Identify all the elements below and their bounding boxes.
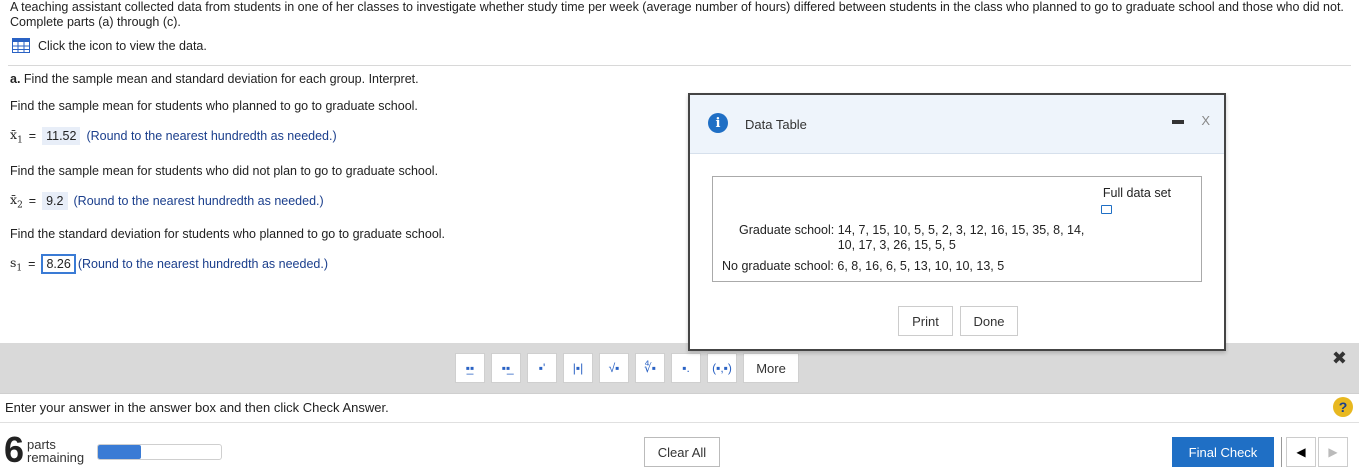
next-question-button[interactable]: ▶ bbox=[1318, 437, 1348, 467]
absolute-value-tool-button[interactable]: |▪| bbox=[563, 353, 593, 383]
divider bbox=[8, 65, 1351, 66]
rounding-hint-1: (Round to the nearest hundredth as neede… bbox=[86, 129, 337, 144]
help-icon[interactable]: ? bbox=[1333, 397, 1353, 417]
dialog-header: i Data Table X bbox=[690, 95, 1224, 154]
exponent-tool-button[interactable]: ▪' bbox=[527, 353, 557, 383]
answer-row-1: x̄1 = 11.52 (Round to the nearest hundre… bbox=[10, 127, 337, 146]
progress-bar bbox=[97, 444, 222, 460]
parts-remaining-label: parts remaining bbox=[27, 437, 85, 465]
no-graduate-school-row: No graduate school: 6, 8, 16, 6, 5, 13, … bbox=[722, 259, 1004, 273]
part-a-heading: a. Find the sample mean and standard dev… bbox=[10, 72, 419, 86]
view-data-label[interactable]: Click the icon to view the data. bbox=[38, 39, 207, 53]
answer-row-3: s1 = 8.26 (Round to the nearest hundredt… bbox=[10, 254, 328, 274]
data-box: Full data set Graduate school: 14, 7, 15… bbox=[712, 176, 1202, 282]
no-graduate-school-values: 6, 8, 16, 6, 5, 13, 10, 10, 13, 5 bbox=[837, 259, 1005, 273]
xbar2-symbol: x̄2 bbox=[10, 192, 23, 211]
part-a-label: a. bbox=[10, 72, 21, 86]
answer-box-xbar2[interactable]: 9.2 bbox=[42, 192, 68, 211]
math-tools: ▪̲▪ ▪▪̲ ▪' |▪| √▪ ∜▪ ▪. (▪,▪) More bbox=[455, 353, 799, 383]
info-icon: i bbox=[708, 113, 728, 133]
parts-remaining-count: 6 bbox=[4, 429, 25, 470]
data-table-dialog: i Data Table X Full data set Graduate sc… bbox=[688, 93, 1226, 351]
xbar1-symbol: x̄1 bbox=[10, 127, 23, 146]
graduate-school-values: 14, 7, 15, 10, 5, 5, 2, 3, 12, 16, 15, 3… bbox=[837, 223, 1085, 252]
answer-box-s1[interactable]: 8.26 bbox=[41, 254, 76, 274]
question-1-text: Find the sample mean for students who pl… bbox=[10, 99, 418, 113]
graduate-school-label: Graduate school: bbox=[739, 223, 835, 237]
done-button[interactable]: Done bbox=[960, 306, 1018, 336]
clear-all-button[interactable]: Clear All bbox=[644, 437, 720, 467]
rounding-hint-3: (Round to the nearest hundredth as neede… bbox=[77, 257, 328, 271]
ordered-pair-tool-button[interactable]: (▪,▪) bbox=[707, 353, 737, 383]
minimize-icon[interactable] bbox=[1172, 120, 1184, 124]
close-toolbar-icon[interactable]: ✖ bbox=[1332, 348, 1347, 369]
question-intro: A teaching assistant collected data from… bbox=[10, 0, 1344, 29]
nth-root-tool-button[interactable]: ∜▪ bbox=[635, 353, 665, 383]
part-a-text: Find the sample mean and standard deviat… bbox=[23, 72, 419, 86]
rounding-hint-2: (Round to the nearest hundredth as neede… bbox=[73, 194, 324, 209]
s1-symbol: s1 bbox=[10, 254, 23, 274]
answer-row-2: x̄2 = 9.2 (Round to the nearest hundredt… bbox=[10, 192, 324, 211]
dialog-title: Data Table bbox=[745, 117, 807, 132]
question-3-text: Find the standard deviation for students… bbox=[10, 227, 446, 241]
mixed-number-tool-button[interactable]: ▪▪̲ bbox=[491, 353, 521, 383]
full-data-set-label: Full data set bbox=[1102, 186, 1171, 200]
question-2-text: Find the sample mean for students who di… bbox=[10, 164, 439, 178]
decimal-tool-button[interactable]: ▪. bbox=[671, 353, 701, 383]
equals-sign: = bbox=[28, 129, 37, 144]
copy-icon[interactable] bbox=[1101, 205, 1112, 214]
data-table-icon[interactable] bbox=[12, 38, 30, 53]
divider bbox=[0, 393, 1359, 394]
graduate-school-row: Graduate school: 14, 7, 15, 10, 5, 5, 2,… bbox=[739, 223, 1088, 253]
no-graduate-school-label: No graduate school: bbox=[722, 259, 834, 273]
instruction-text: Enter your answer in the answer box and … bbox=[5, 400, 389, 415]
more-tools-button[interactable]: More bbox=[743, 353, 799, 383]
divider bbox=[1281, 437, 1282, 467]
previous-question-button[interactable]: ◀ bbox=[1286, 437, 1316, 467]
square-root-tool-button[interactable]: √▪ bbox=[599, 353, 629, 383]
answer-box-xbar1[interactable]: 11.52 bbox=[42, 127, 81, 146]
progress-fill bbox=[98, 445, 142, 459]
equals-sign: = bbox=[28, 257, 36, 271]
divider bbox=[0, 422, 1359, 423]
fraction-tool-button[interactable]: ▪̲▪ bbox=[455, 353, 485, 383]
close-dialog-icon[interactable]: X bbox=[1201, 113, 1210, 128]
view-data-link[interactable]: Click the icon to view the data. bbox=[12, 38, 207, 53]
equals-sign: = bbox=[28, 194, 37, 209]
print-button[interactable]: Print bbox=[898, 306, 953, 336]
final-check-button[interactable]: Final Check bbox=[1172, 437, 1274, 467]
